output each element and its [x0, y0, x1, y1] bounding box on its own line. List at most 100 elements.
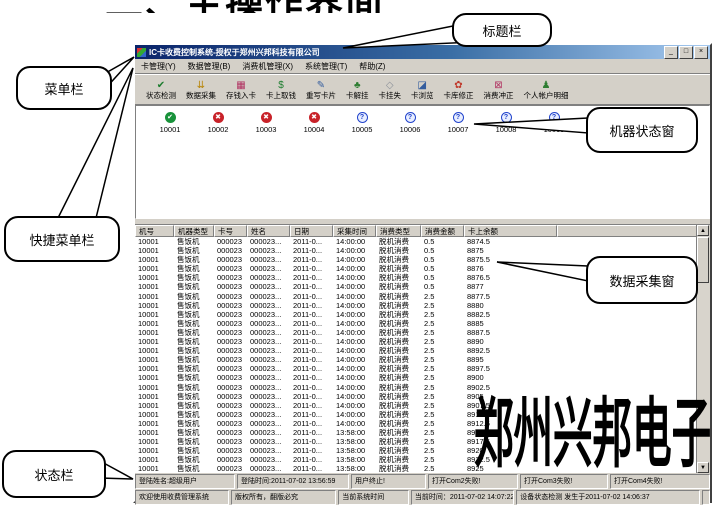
- column-header[interactable]: 卡号: [214, 225, 247, 237]
- withdraw-card-icon: $: [278, 80, 284, 91]
- table-row[interactable]: 10001售饭机000023000023...2011-0...14:00:00…: [135, 246, 697, 255]
- toolbar-button[interactable]: ◇卡挂失: [374, 75, 407, 104]
- table-row[interactable]: 10001售饭机000023000023...2011-0...14:00:00…: [135, 355, 697, 364]
- consume-reversal-icon: ⊠: [494, 80, 502, 91]
- toolbar-button-label: 消费冲正: [484, 91, 514, 100]
- toolbar-button[interactable]: ◪卡浏览: [406, 75, 439, 104]
- toolbar-button[interactable]: ✔状态检测: [141, 75, 181, 104]
- toolbar-button[interactable]: ▦存钱入卡: [221, 75, 261, 104]
- machine-item[interactable]: ✖10002: [194, 112, 242, 134]
- toolbar-button[interactable]: ♟个人帐户明细: [519, 75, 574, 104]
- machine-item[interactable]: ?10007: [434, 112, 482, 134]
- table-cell: 售饭机: [174, 310, 214, 319]
- table-cell: 10001: [135, 292, 174, 301]
- menu-item[interactable]: 系统管理(T): [299, 61, 353, 72]
- machine-id: 10005: [338, 125, 386, 134]
- status-panel: 登陆姓名:超级用户: [135, 474, 235, 489]
- table-row[interactable]: 10001售饭机000023000023...2011-0...14:00:00…: [135, 310, 697, 319]
- scrollbar-thumb[interactable]: [697, 237, 709, 283]
- column-header[interactable]: 日期: [290, 225, 333, 237]
- table-cell: 2011-0...: [290, 319, 333, 328]
- maximize-button[interactable]: □: [679, 46, 693, 59]
- scroll-up-icon[interactable]: ▲: [697, 225, 709, 236]
- column-header[interactable]: 采集时间: [333, 225, 376, 237]
- toolbar-button-label: 数据采集: [186, 91, 216, 100]
- table-row[interactable]: 10001售饭机000023000023...2011-0...14:00:00…: [135, 237, 697, 246]
- table-cell: 售饭机: [174, 264, 214, 273]
- table-cell: 10001: [135, 383, 174, 392]
- table-cell: 000023: [214, 392, 247, 401]
- table-cell: 2011-0...: [290, 446, 333, 455]
- app-icon: [137, 48, 146, 57]
- machine-item[interactable]: ?10006: [386, 112, 434, 134]
- table-cell: 8875.5: [464, 255, 557, 264]
- table-cell: 10001: [135, 437, 174, 446]
- table-cell: 14:00:00: [333, 401, 376, 410]
- toolbar-button[interactable]: $卡上取钱: [261, 75, 301, 104]
- machine-id: 10002: [194, 125, 242, 134]
- machine-item[interactable]: ✖10004: [290, 112, 338, 134]
- table-cell: 脱机消费: [376, 373, 421, 382]
- table-cell: 2.5: [421, 346, 464, 355]
- toolbar-button[interactable]: ✎重写卡片: [301, 75, 341, 104]
- table-row[interactable]: 10001售饭机000023000023...2011-0...14:00:00…: [135, 383, 697, 392]
- toolbar-button[interactable]: ✿卡库修正: [439, 75, 479, 104]
- table-row[interactable]: 10001售饭机000023000023...2011-0...14:00:00…: [135, 337, 697, 346]
- machine-item[interactable]: ✔10001: [146, 112, 194, 134]
- table-cell: 售饭机: [174, 383, 214, 392]
- table-cell: 2.5: [421, 446, 464, 455]
- table-cell: 13:58:00: [333, 446, 376, 455]
- table-cell: 售饭机: [174, 364, 214, 373]
- table-cell: 2011-0...: [290, 373, 333, 382]
- column-header[interactable]: 消费金额: [421, 225, 464, 237]
- menu-item[interactable]: 卡管理(Y): [135, 61, 182, 72]
- table-cell: 10001: [135, 419, 174, 428]
- table-row[interactable]: 10001售饭机000023000023...2011-0...14:00:00…: [135, 373, 697, 382]
- table-cell: 000023...: [247, 310, 290, 319]
- table-cell: 2011-0...: [290, 437, 333, 446]
- minimize-button[interactable]: _: [664, 46, 678, 59]
- table-cell: 000023: [214, 328, 247, 337]
- table-cell: 000023: [214, 437, 247, 446]
- machine-id: 10003: [242, 125, 290, 134]
- table-cell: 2.5: [421, 455, 464, 464]
- machine-item[interactable]: ?10009: [530, 112, 578, 134]
- table-cell: 脱机消费: [376, 255, 421, 264]
- status-panel: 用户终止!: [351, 474, 426, 489]
- machine-item[interactable]: ?10005: [338, 112, 386, 134]
- table-row[interactable]: 10001售饭机000023000023...2011-0...14:00:00…: [135, 319, 697, 328]
- menu-item[interactable]: 消费机管理(X): [236, 61, 299, 72]
- table-cell: 8900: [464, 373, 557, 382]
- column-header[interactable]: 卡上余额: [464, 225, 557, 237]
- watermark-text: 郑州兴邦电子: [474, 392, 711, 478]
- machine-item[interactable]: ?10008: [482, 112, 530, 134]
- table-row[interactable]: 10001售饭机000023000023...2011-0...14:00:00…: [135, 364, 697, 373]
- column-header[interactable]: 机号: [135, 225, 174, 237]
- rewrite-card-icon: ✎: [317, 80, 325, 91]
- column-header[interactable]: 姓名: [247, 225, 290, 237]
- machine-item[interactable]: ✖10003: [242, 112, 290, 134]
- table-row[interactable]: 10001售饭机000023000023...2011-0...14:00:00…: [135, 328, 697, 337]
- column-header[interactable]: 机器类型: [174, 225, 214, 237]
- table-cell-filler: [557, 337, 697, 346]
- card-loss-icon: ◇: [386, 80, 394, 91]
- table-cell: 脱机消费: [376, 437, 421, 446]
- window-title: IC卡收费控制系统-授权于郑州兴邦科技有限公司: [149, 47, 664, 58]
- table-cell: 10001: [135, 364, 174, 373]
- close-button[interactable]: ×: [694, 46, 708, 59]
- table-cell: 000023: [214, 355, 247, 364]
- table-cell: 000023...: [247, 455, 290, 464]
- column-header[interactable]: 消费类型: [376, 225, 421, 237]
- table-cell: 2.5: [421, 464, 464, 473]
- table-cell: 000023: [214, 419, 247, 428]
- table-row[interactable]: 10001售饭机000023000023...2011-0...14:00:00…: [135, 346, 697, 355]
- table-cell: 0.5: [421, 255, 464, 264]
- table-cell: 2011-0...: [290, 337, 333, 346]
- toolbar-button[interactable]: ♣卡解挂: [341, 75, 374, 104]
- table-cell: 000023...: [247, 282, 290, 291]
- toolbar-button[interactable]: ⊠消费冲正: [479, 75, 519, 104]
- title-bar[interactable]: IC卡收费控制系统-授权于郑州兴邦科技有限公司 _ □ ×: [135, 45, 710, 59]
- toolbar-button[interactable]: ⇊数据采集: [181, 75, 221, 104]
- menu-item[interactable]: 帮助(Z): [353, 61, 391, 72]
- menu-item[interactable]: 数据管理(B): [182, 61, 237, 72]
